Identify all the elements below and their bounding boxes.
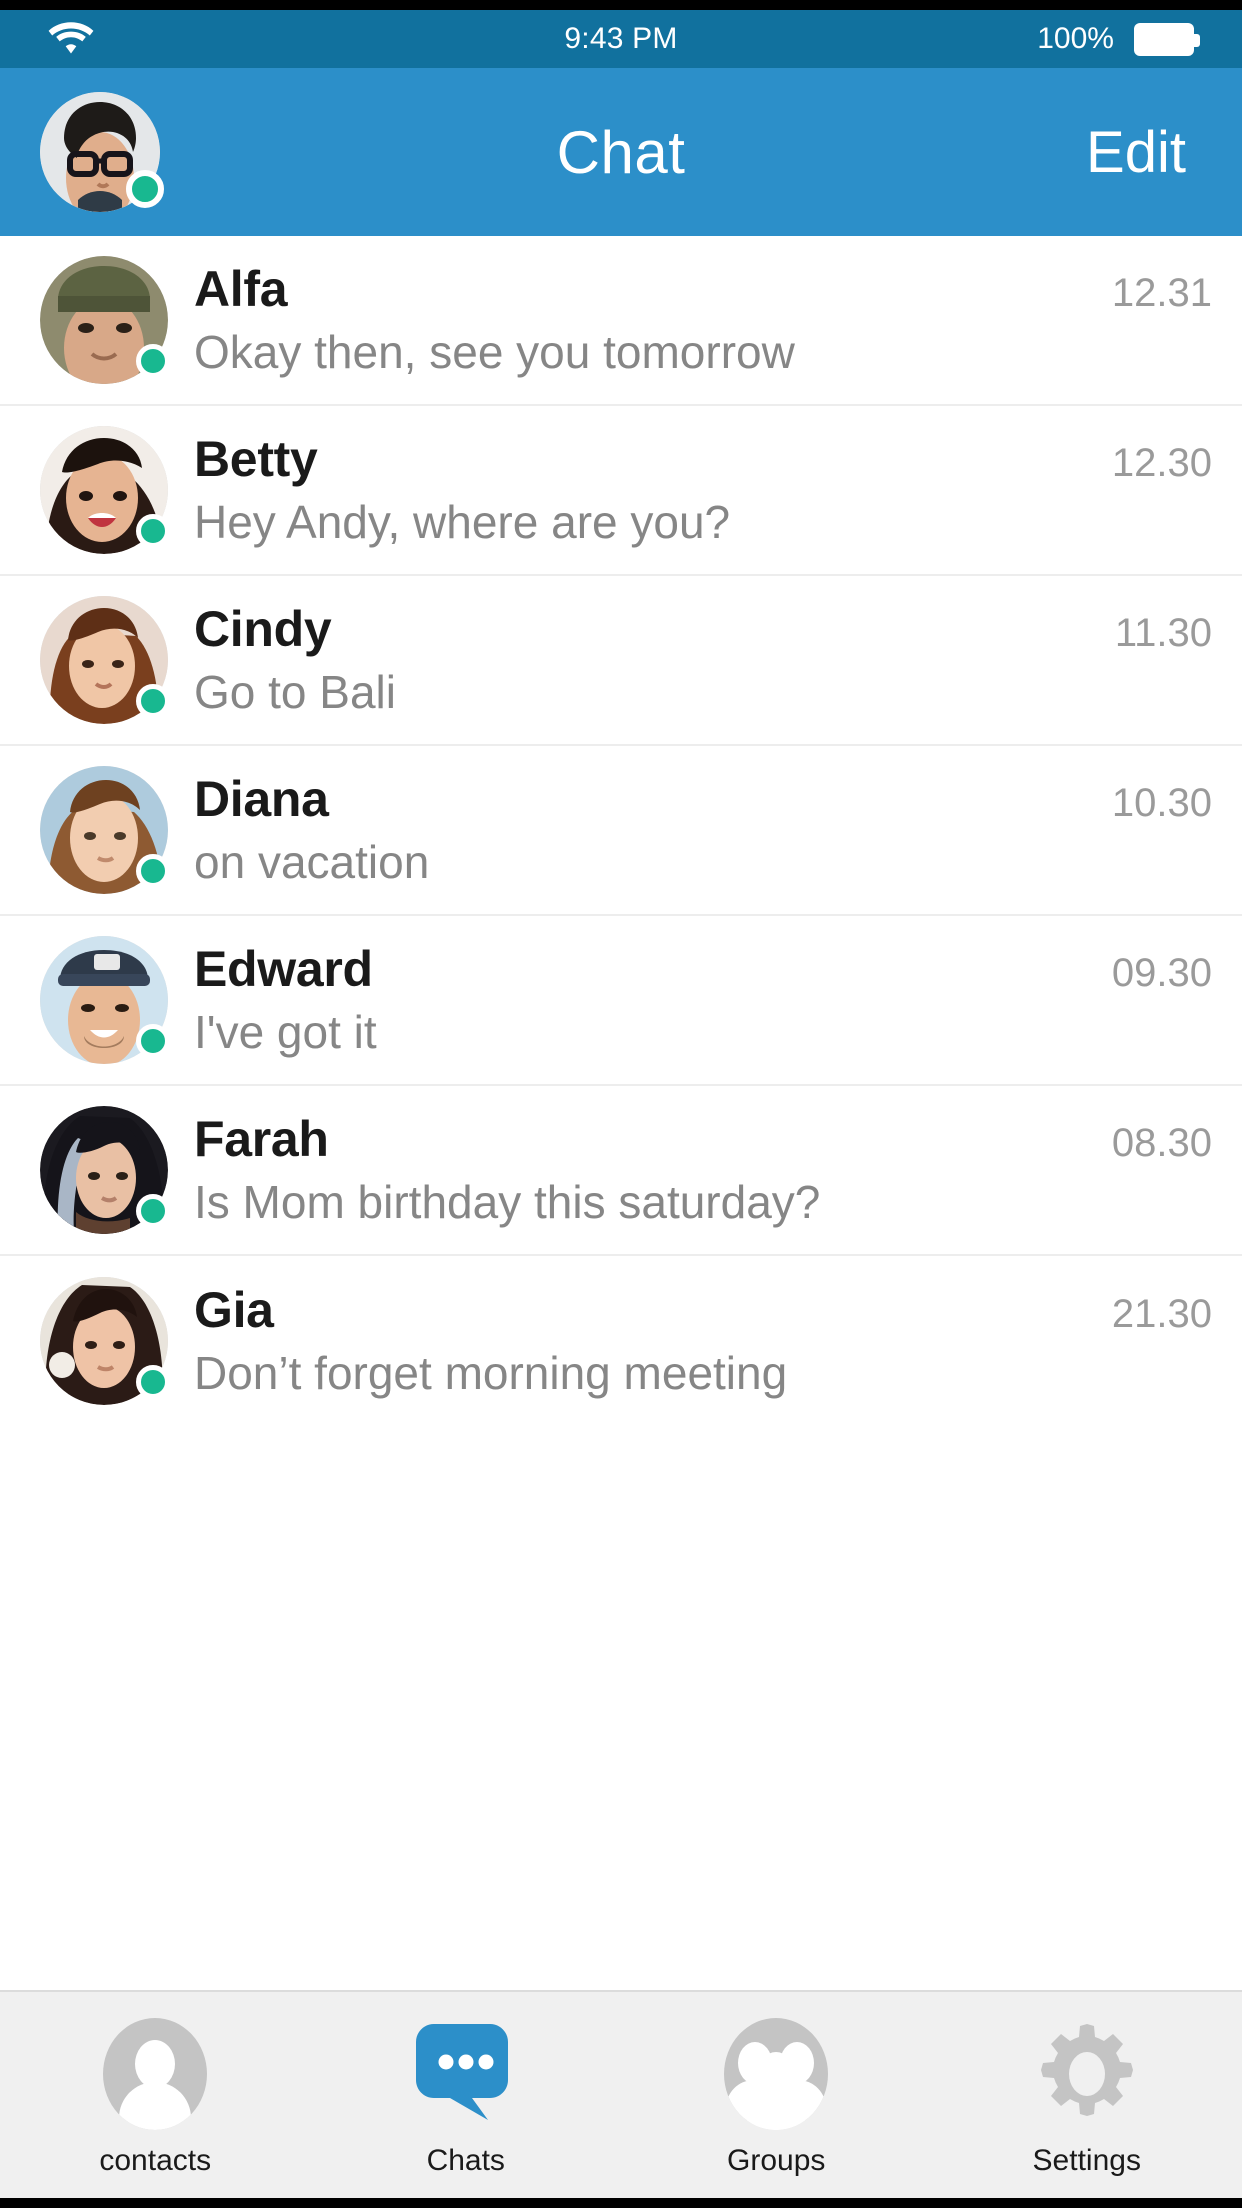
tab-chats[interactable]: Chats xyxy=(311,1992,622,2198)
bottom-tab-bar: contacts Chats Groups Settings xyxy=(0,1990,1242,2198)
contact-name: Gia xyxy=(194,1282,274,1339)
contact-avatar xyxy=(40,1277,170,1405)
message-preview: on vacation xyxy=(194,837,430,888)
chat-item-body: Gia 21.30 Don’t forget morning meeting xyxy=(194,1277,1242,1405)
chat-item-topline: Cindy 11.30 xyxy=(194,602,1212,657)
chat-bubble-icon xyxy=(410,2018,522,2130)
chat-list-item[interactable]: Cindy 11.30 Go to Bali xyxy=(0,576,1242,746)
tab-contacts[interactable]: contacts xyxy=(0,1992,311,2198)
chat-item-topline: Farah 08.30 xyxy=(194,1112,1212,1167)
contact-avatar xyxy=(40,766,170,894)
chat-item-topline: Alfa 12.31 xyxy=(194,262,1212,317)
contact-avatar xyxy=(40,1106,170,1234)
contact-name: Diana xyxy=(194,771,329,828)
message-preview: Is Mom birthday this saturday? xyxy=(194,1177,821,1228)
status-bar: 9:43 PM 100% xyxy=(0,10,1242,68)
chat-item-body: Diana 10.30 on vacation xyxy=(194,766,1242,894)
chat-list-item[interactable]: Farah 08.30 Is Mom birthday this saturda… xyxy=(0,1086,1242,1256)
contact-name: Alfa xyxy=(194,261,288,318)
online-dot xyxy=(136,344,170,378)
contact-name: Edward xyxy=(194,941,373,998)
chat-list-item[interactable]: Diana 10.30 on vacation xyxy=(0,746,1242,916)
message-time: 21.30 xyxy=(1111,1292,1212,1337)
chat-item-topline: Edward 09.30 xyxy=(194,942,1212,997)
chat-item-body: Betty 12.30 Hey Andy, where are you? xyxy=(194,426,1242,554)
message-preview: Don’t forget morning meeting xyxy=(194,1348,788,1399)
avatar[interactable] xyxy=(40,92,164,212)
battery-percent-label: 100% xyxy=(1037,22,1114,55)
online-dot xyxy=(136,1194,170,1228)
chat-item-body: Alfa 12.31 Okay then, see you tomorrow xyxy=(194,256,1242,384)
wifi-icon xyxy=(48,19,94,60)
tab-groups[interactable]: Groups xyxy=(621,1992,932,2198)
clock-time: 9:43 PM xyxy=(564,22,678,55)
status-bar-right: 100% xyxy=(832,22,1242,56)
chat-list-item[interactable]: Edward 09.30 I've got it xyxy=(0,916,1242,1086)
chat-item-topline: Betty 12.30 xyxy=(194,432,1212,487)
status-bar-center: 9:43 PM xyxy=(410,22,832,56)
contact-name: Cindy xyxy=(194,601,332,658)
chat-list[interactable]: Alfa 12.31 Okay then, see you tomorrow B… xyxy=(0,236,1242,1990)
tab-label-groups: Groups xyxy=(727,2144,826,2177)
message-time: 11.30 xyxy=(1114,611,1212,656)
message-time: 09.30 xyxy=(1111,951,1212,996)
phone-screen: 9:43 PM 100% Chat Edit Alfa 12.31 Okay t… xyxy=(0,0,1242,2208)
online-dot xyxy=(126,170,164,208)
message-time: 10.30 xyxy=(1111,781,1212,826)
tab-label-contacts: contacts xyxy=(99,2144,212,2177)
online-dot xyxy=(136,1365,170,1399)
online-dot xyxy=(136,684,170,718)
message-preview: Hey Andy, where are you? xyxy=(194,497,731,548)
chat-item-body: Cindy 11.30 Go to Bali xyxy=(194,596,1242,724)
chat-list-item[interactable]: Betty 12.30 Hey Andy, where are you? xyxy=(0,406,1242,576)
gear-icon xyxy=(1031,2018,1143,2130)
chat-item-body: Farah 08.30 Is Mom birthday this saturda… xyxy=(194,1106,1242,1234)
page-title: Chat xyxy=(556,118,686,186)
chat-item-topline: Diana 10.30 xyxy=(194,772,1212,827)
chat-item-topline: Gia 21.30 xyxy=(194,1283,1212,1338)
contact-avatar xyxy=(40,426,170,554)
online-dot xyxy=(136,514,170,548)
message-preview: Okay then, see you tomorrow xyxy=(194,327,795,378)
app-header: Chat Edit xyxy=(0,68,1242,236)
contact-avatar xyxy=(40,256,170,384)
online-dot xyxy=(136,854,170,888)
contact-name: Betty xyxy=(194,431,318,488)
chat-list-item[interactable]: Alfa 12.31 Okay then, see you tomorrow xyxy=(0,236,1242,406)
message-time: 08.30 xyxy=(1111,1121,1212,1166)
battery-full-icon xyxy=(1133,22,1200,56)
message-preview: Go to Bali xyxy=(194,667,396,718)
contacts-icon xyxy=(99,2018,211,2130)
tab-label-chats: Chats xyxy=(426,2144,505,2177)
status-bar-left xyxy=(0,19,410,60)
message-time: 12.30 xyxy=(1111,441,1212,486)
message-time: 12.31 xyxy=(1111,271,1212,316)
groups-icon xyxy=(720,2018,832,2130)
chat-item-body: Edward 09.30 I've got it xyxy=(194,936,1242,1064)
chat-list-item[interactable]: Gia 21.30 Don’t forget morning meeting xyxy=(0,1256,1242,1426)
online-dot xyxy=(136,1024,170,1058)
tab-settings[interactable]: Settings xyxy=(932,1992,1242,2198)
message-preview: I've got it xyxy=(194,1007,377,1058)
contact-avatar xyxy=(40,596,170,724)
contact-name: Farah xyxy=(194,1111,329,1168)
tab-label-settings: Settings xyxy=(1032,2144,1141,2177)
contact-avatar xyxy=(40,936,170,1064)
edit-button[interactable]: Edit xyxy=(1086,68,1186,236)
